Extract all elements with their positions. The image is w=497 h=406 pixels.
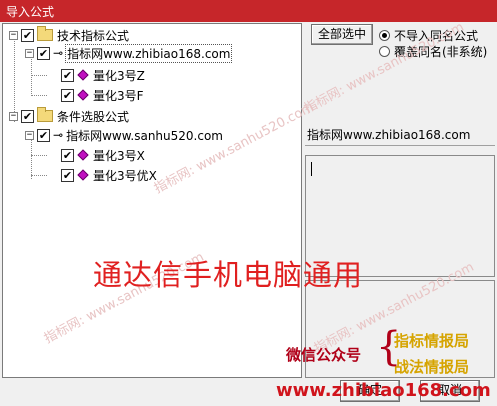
group-checkbox[interactable]: ✔ <box>21 28 34 42</box>
item-checkbox[interactable]: ✔ <box>61 88 74 102</box>
divider <box>305 145 495 146</box>
tree-item-row[interactable]: ✔ 量化3号优X <box>61 166 157 184</box>
item-checkbox[interactable]: ✔ <box>61 148 74 162</box>
option-overwrite-duplicates[interactable]: 覆盖同名(非系统) <box>379 43 487 60</box>
tree-group-indicator[interactable]: − ✔ 技术指标公式 <box>9 26 129 44</box>
tree-item-row[interactable]: ✔ 量化3号F <box>61 86 144 104</box>
item-label: 量化3号优X <box>93 168 157 183</box>
source-checkbox[interactable]: ✔ <box>37 128 50 142</box>
wechat-account-1: 指标情报局 <box>394 332 470 350</box>
tree-connector <box>31 155 47 156</box>
select-all-button[interactable]: 全部选中 <box>311 24 373 45</box>
tree-source-row[interactable]: − ✔ ⊸ 指标网www.zhibiao168.com <box>25 43 233 63</box>
item-checkbox[interactable]: ✔ <box>61 168 74 182</box>
group-checkbox[interactable]: ✔ <box>21 109 34 123</box>
source-label: 指标网www.zhibiao168.com <box>65 43 233 63</box>
key-icon: ⊸ <box>53 46 64 60</box>
tree-item-row[interactable]: ✔ 量化3号Z <box>61 66 145 84</box>
selected-source-name: 指标网www.zhibiao168.com <box>307 128 471 142</box>
folder-icon <box>37 107 53 122</box>
item-label: 量化3号F <box>93 88 144 103</box>
option-label: 不导入同名公式 <box>394 29 479 43</box>
option-label: 覆盖同名(非系统) <box>394 45 488 59</box>
formula-icon <box>77 169 89 181</box>
item-label: 量化3号X <box>93 148 145 163</box>
radio-button[interactable] <box>379 30 390 41</box>
tree-connector <box>31 75 47 76</box>
wechat-label: 微信公众号 <box>286 346 362 364</box>
radio-button[interactable] <box>379 46 390 57</box>
collapse-toggle[interactable]: − <box>25 130 34 140</box>
group-label: 技术指标公式 <box>57 28 130 43</box>
option-skip-duplicates[interactable]: 不导入同名公式 <box>379 27 478 44</box>
text-caret <box>311 162 312 176</box>
wechat-account-2: 战法情报局 <box>394 358 470 376</box>
formula-icon <box>77 149 89 161</box>
collapse-toggle[interactable]: − <box>9 111 18 121</box>
formula-icon <box>77 69 89 81</box>
source-label: 指标网www.sanhu520.com <box>66 128 223 143</box>
tree-connector <box>31 175 47 176</box>
window-title: 导入公式 <box>0 0 497 22</box>
group-label: 条件选股公式 <box>57 109 130 124</box>
item-label: 量化3号Z <box>93 68 145 83</box>
source-checkbox[interactable]: ✔ <box>37 46 50 60</box>
tree-group-screener[interactable]: − ✔ 条件选股公式 <box>9 107 129 125</box>
tree-item-row[interactable]: ✔ 量化3号X <box>61 146 145 164</box>
tree-source-row[interactable]: − ✔ ⊸ 指标网www.sanhu520.com <box>25 126 223 144</box>
promo-url: www.zhibiao168.com <box>276 380 491 401</box>
formula-tree[interactable]: − ✔ 技术指标公式 − ✔ ⊸ 指标网www.zhibiao168.com ✔… <box>2 23 302 378</box>
promo-headline: 通达信手机电脑通用 <box>93 258 364 292</box>
formula-icon <box>77 89 89 101</box>
item-checkbox[interactable]: ✔ <box>61 68 74 82</box>
collapse-toggle[interactable]: − <box>25 48 34 58</box>
key-icon: ⊸ <box>53 128 64 142</box>
folder-icon <box>37 26 53 41</box>
tree-connector <box>31 95 47 96</box>
collapse-toggle[interactable]: − <box>9 30 18 40</box>
